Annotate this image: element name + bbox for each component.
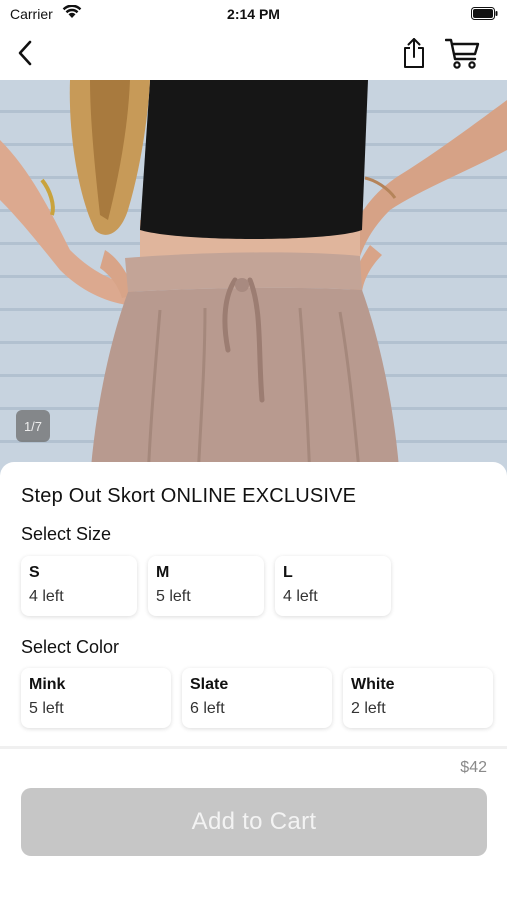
size-stock: 4 left [283,588,318,605]
select-color-label: Select Color [21,637,120,657]
add-to-cart-button[interactable]: Add to Cart [21,788,487,856]
price-label: $42 [460,759,487,776]
image-counter: 1/7 [16,410,50,442]
color-option-slate[interactable]: Slate 6 left [182,668,332,728]
product-photo-illustration [0,80,507,480]
status-bar: Carrier 2:14 PM [0,0,507,28]
clock: 2:14 PM [227,6,280,22]
size-option-l[interactable]: L 4 left [275,556,391,616]
product-title: Step Out Skort ONLINE EXCLUSIVE [21,485,357,507]
color-name: White [351,676,395,693]
color-option-white[interactable]: White 2 left [343,668,493,728]
battery-icon [471,7,498,20]
color-stock: 5 left [29,700,64,717]
size-name: S [29,564,40,581]
color-stock: 2 left [351,700,386,717]
color-option-mink[interactable]: Mink 5 left [21,668,171,728]
size-name: M [156,564,170,581]
size-name: L [283,564,293,581]
size-option-s[interactable]: S 4 left [21,556,137,616]
nav-bar [0,28,507,80]
cart-icon [445,38,480,69]
color-stock: 6 left [190,700,225,717]
share-button[interactable] [398,34,430,72]
select-size-label: Select Size [21,524,112,544]
color-name: Slate [190,676,229,693]
cart-button[interactable] [444,34,482,72]
chevron-left-icon [18,40,32,66]
product-details-sheet: Step Out Skort ONLINE EXCLUSIVE Select S… [0,462,507,900]
size-stock: 4 left [29,588,64,605]
size-option-m[interactable]: M 5 left [148,556,264,616]
color-name: Mink [29,676,66,693]
size-stock: 5 left [156,588,191,605]
back-button[interactable] [10,36,40,70]
divider [0,746,507,749]
share-icon [404,38,424,68]
product-photo[interactable]: 1/7 [0,80,507,480]
